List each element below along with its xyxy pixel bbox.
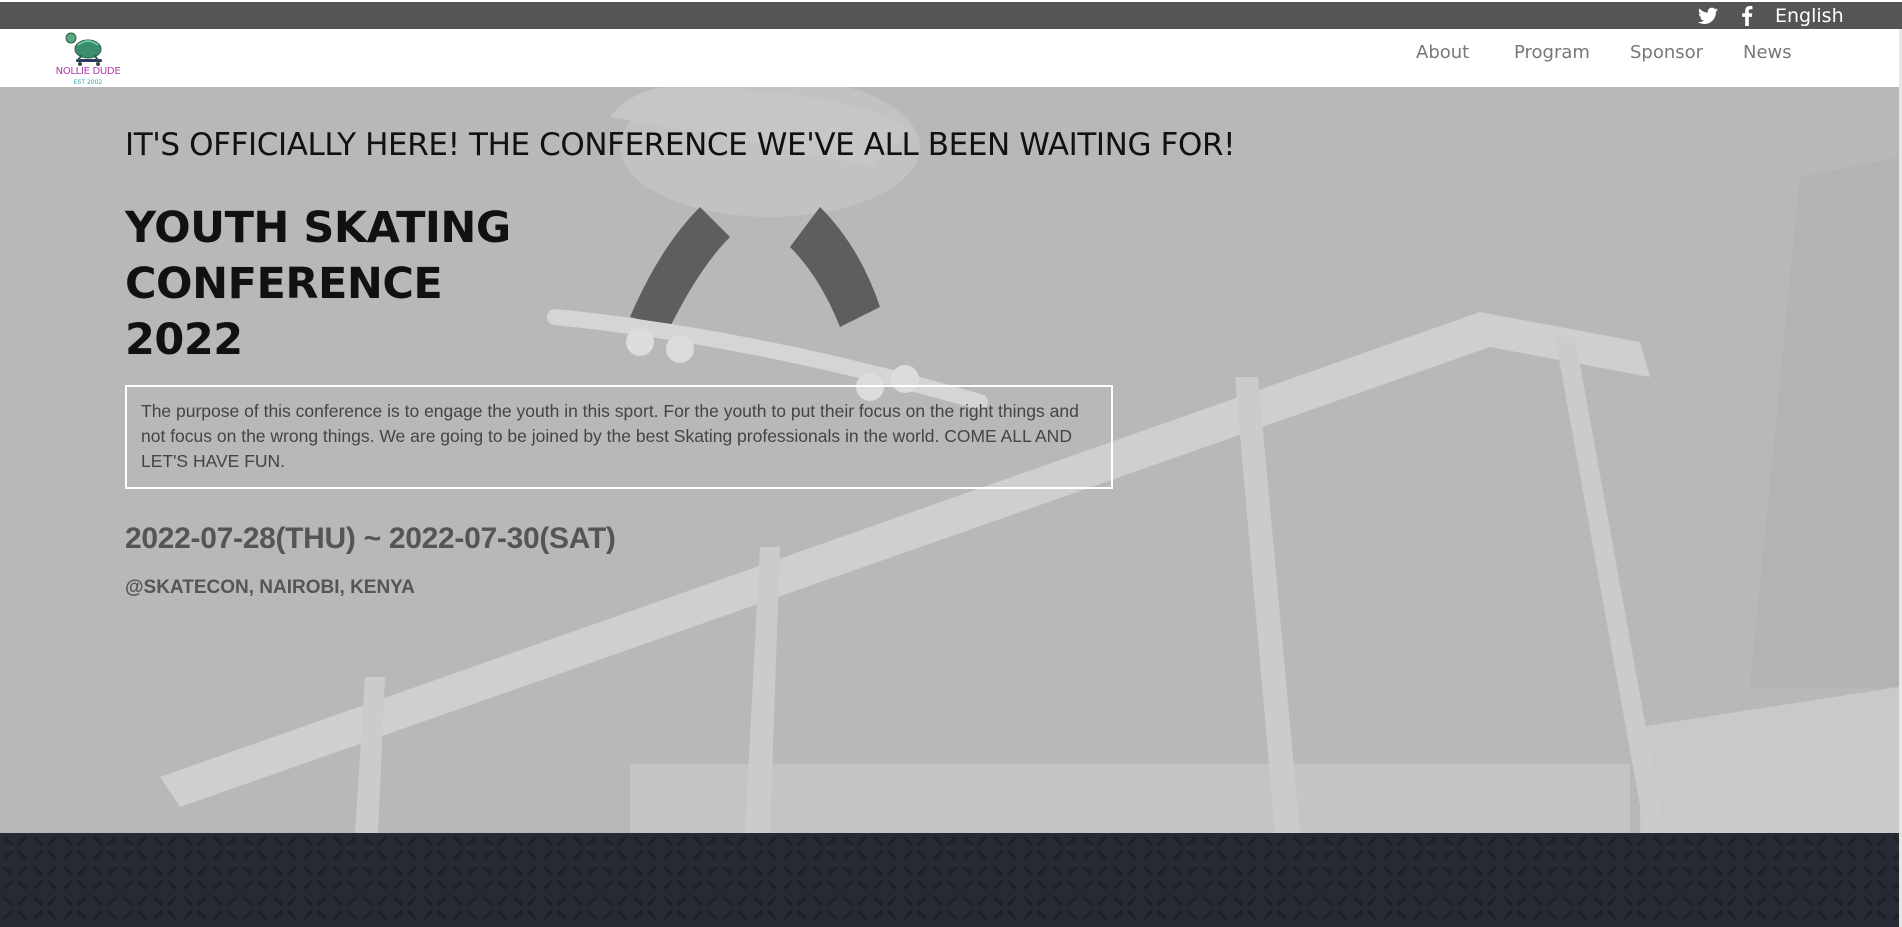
event-venue: @SKATECON, NAIROBI, KENYA [125,577,415,598]
brand-name: NOLLIE DUDE [55,66,121,77]
hero-title-line: YOUTH SKATING [125,203,511,253]
brand-logo[interactable]: NOLLIE DUDE EST 2002 [54,29,122,87]
nav-news[interactable]: News [1743,42,1792,63]
hero-title-line: 2022 [125,315,243,365]
diamond-pattern [0,833,1899,927]
section-divider-band [0,833,1899,927]
brand-est: EST 2002 [73,79,103,86]
hero-description: The purpose of this conference is to eng… [125,385,1113,489]
hero-tagline: IT'S OFFICIALLY HERE! THE CONFERENCE WE'… [125,127,1236,163]
event-dates: 2022-07-28(THU) ~ 2022-07-30(SAT) [125,522,616,555]
turtle-skater-icon [65,32,102,66]
facebook-icon[interactable] [1740,6,1754,26]
twitter-icon[interactable] [1698,7,1718,25]
top-utility-bar: English [0,2,1902,29]
language-selector[interactable]: English [1775,5,1844,27]
nav-about[interactable]: About [1416,42,1469,63]
hero-title: YOUTH SKATING CONFERENCE 2022 [125,200,511,368]
nav-sponsor[interactable]: Sponsor [1630,42,1703,63]
nav-program[interactable]: Program [1514,42,1590,63]
hero-title-line: CONFERENCE [125,259,443,309]
main-navbar: NOLLIE DUDE EST 2002 About Program Spons… [0,29,1902,87]
